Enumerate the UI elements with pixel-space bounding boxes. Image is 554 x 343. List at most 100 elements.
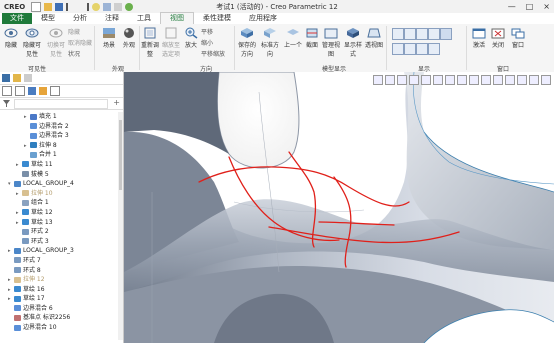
tree-item[interactable]: ▸ 草绘 12 bbox=[0, 208, 117, 218]
section-view-icon[interactable] bbox=[493, 75, 503, 85]
tree-filter-icon[interactable] bbox=[28, 87, 36, 95]
perspective-button[interactable]: 透视图 bbox=[365, 27, 383, 49]
standard-orientation-button[interactable]: 标准方向 bbox=[259, 27, 281, 58]
tree-item[interactable]: 边界混合 6 bbox=[0, 304, 117, 314]
scrollbar-thumb[interactable] bbox=[119, 120, 122, 190]
scene-button[interactable]: 场景 bbox=[99, 27, 119, 49]
appearance-view-icon[interactable] bbox=[517, 75, 527, 85]
tree-scrollbar[interactable] bbox=[118, 112, 123, 340]
hide-visibility-button[interactable]: 隐藏可见性 bbox=[21, 27, 43, 58]
tree-item[interactable]: 边界混合 2 bbox=[0, 122, 117, 132]
tree-item[interactable]: 组合 1 bbox=[0, 198, 117, 208]
close-window-button[interactable]: 关闭 bbox=[489, 27, 507, 49]
search-input[interactable] bbox=[14, 99, 108, 109]
minimize-button[interactable]: — bbox=[508, 2, 516, 11]
datum-plane-display-icon[interactable] bbox=[392, 28, 404, 40]
display-style-view-icon[interactable] bbox=[433, 75, 443, 85]
model-surface-render[interactable] bbox=[124, 72, 554, 343]
tree-item[interactable]: ▸ LOCAL_GROUP_3 bbox=[0, 246, 117, 256]
pan-button[interactable]: 平移 bbox=[201, 27, 213, 36]
separator bbox=[234, 26, 235, 70]
plane-tag-icon[interactable] bbox=[416, 43, 428, 55]
spin-center-view-icon[interactable] bbox=[469, 75, 479, 85]
annotation-view-icon[interactable] bbox=[457, 75, 467, 85]
datum-axis-display-icon[interactable] bbox=[404, 28, 416, 40]
tree-item[interactable]: ▸ 草绘 13 bbox=[0, 218, 117, 228]
datum-display-view-icon[interactable] bbox=[445, 75, 455, 85]
tab-view[interactable]: 视图 bbox=[160, 12, 194, 24]
zoom-out-button[interactable]: 缩小 bbox=[201, 38, 213, 47]
tree-item[interactable]: 环式 7 bbox=[0, 256, 117, 266]
hide-small-button[interactable]: 隐藏 bbox=[68, 27, 80, 36]
datum-point-display-icon[interactable] bbox=[416, 28, 428, 40]
tree-settings-icon[interactable] bbox=[2, 86, 12, 96]
tree-show-icon[interactable] bbox=[39, 87, 47, 95]
tree-item[interactable]: ▸ 草绘 11 bbox=[0, 160, 117, 170]
manage-views-button[interactable]: 管理视图 bbox=[321, 27, 341, 58]
tree-columns-icon[interactable] bbox=[15, 86, 25, 96]
tree-item[interactable]: 拔模 5 bbox=[0, 170, 117, 180]
tree-item[interactable]: 边界混合 3 bbox=[0, 131, 117, 141]
saved-orientations-button[interactable]: 保存的方向 bbox=[236, 27, 258, 58]
tree-item[interactable]: ▸ 填充 1 bbox=[0, 112, 117, 122]
more-view-icon[interactable] bbox=[505, 75, 515, 85]
perspective-view-icon[interactable] bbox=[481, 75, 491, 85]
tab-file[interactable]: 文件 bbox=[2, 13, 32, 24]
annotation-display-icon[interactable] bbox=[440, 28, 452, 40]
tree-more-icon[interactable] bbox=[50, 86, 60, 96]
tree-item[interactable]: 合并 1 bbox=[0, 150, 117, 160]
tree-item[interactable]: ▸ 草绘 17 bbox=[0, 294, 117, 304]
maximize-button[interactable]: □ bbox=[526, 2, 534, 11]
tree-item[interactable]: ▸ 拉伸 10 bbox=[0, 189, 117, 199]
tab-flexible-modeling[interactable]: 柔性建模 bbox=[194, 13, 240, 24]
tree-item[interactable]: 环式 3 bbox=[0, 237, 117, 247]
sketch-view-icon[interactable] bbox=[529, 75, 539, 85]
tree-item[interactable]: 环式 2 bbox=[0, 227, 117, 237]
hide-button[interactable]: 隐藏 bbox=[2, 27, 20, 49]
zoom-in-view-icon[interactable] bbox=[385, 75, 395, 85]
tree-item[interactable]: 边界混合 10 bbox=[0, 323, 117, 333]
refit-view-icon[interactable] bbox=[409, 75, 419, 85]
status-small-button[interactable]: 状况 bbox=[68, 49, 80, 58]
section-button[interactable]: 截面 bbox=[305, 27, 319, 49]
tree-item[interactable]: ▸ 拉伸 12 bbox=[0, 275, 117, 285]
zoom-in-button[interactable]: 放大 bbox=[184, 27, 198, 49]
add-filter-icon[interactable]: + bbox=[113, 98, 120, 107]
previous-view-button[interactable]: 上一个 bbox=[283, 27, 303, 49]
more-show-icon[interactable] bbox=[428, 43, 440, 55]
unhide-small-button[interactable]: 取消隐藏 bbox=[68, 38, 92, 47]
tree-item[interactable]: 环式 8 bbox=[0, 266, 117, 276]
funnel-icon[interactable] bbox=[3, 100, 10, 107]
zoom-out-view-icon[interactable] bbox=[397, 75, 407, 85]
saved-orient-view-icon[interactable] bbox=[421, 75, 431, 85]
tag-display-icon[interactable] bbox=[404, 43, 416, 55]
tree-item[interactable]: 基准点 标识2256 bbox=[0, 313, 117, 323]
refit-button[interactable]: 重新调整 bbox=[141, 27, 159, 58]
folder-browser-tab-icon[interactable] bbox=[13, 74, 21, 82]
csys-display-icon[interactable] bbox=[428, 28, 440, 40]
repaint-icon[interactable] bbox=[373, 75, 383, 85]
windows-button[interactable]: 窗口 bbox=[508, 27, 528, 49]
pan-zoom-button[interactable]: 平移缩放 bbox=[201, 49, 225, 58]
spin-center-icon[interactable] bbox=[392, 43, 404, 55]
toggle-visibility-button[interactable]: 切换可见性 bbox=[45, 27, 67, 58]
tab-model[interactable]: 模型 bbox=[32, 13, 64, 24]
zoom-to-selected-button[interactable]: 缩放至选定项 bbox=[160, 27, 182, 58]
tab-applications[interactable]: 应用程序 bbox=[240, 13, 286, 24]
tree-item-label: 草绘 11 bbox=[31, 160, 53, 168]
display-style-button[interactable]: 显示样式 bbox=[343, 27, 363, 58]
close-button[interactable]: × bbox=[543, 2, 550, 11]
graphics-viewport[interactable] bbox=[124, 72, 554, 343]
tab-analysis[interactable]: 分析 bbox=[64, 13, 96, 24]
tree-item[interactable]: ▸ 草绘 16 bbox=[0, 285, 117, 295]
tab-tools[interactable]: 工具 bbox=[128, 13, 160, 24]
tab-annotate[interactable]: 注释 bbox=[96, 13, 128, 24]
last-view-icon[interactable] bbox=[541, 75, 551, 85]
tree-item[interactable]: ▸ 拉伸 8 bbox=[0, 141, 117, 151]
activate-button[interactable]: 激活 bbox=[470, 27, 488, 49]
favorites-tab-icon[interactable] bbox=[24, 74, 32, 82]
window-title: 考试1 (活动的) - Creo Parametric 12 bbox=[216, 3, 338, 11]
appearance-button[interactable]: 外观 bbox=[120, 27, 138, 49]
model-tree-tab-icon[interactable] bbox=[2, 74, 10, 82]
tree-item[interactable]: ▾ LOCAL_GROUP_4 bbox=[0, 179, 117, 189]
